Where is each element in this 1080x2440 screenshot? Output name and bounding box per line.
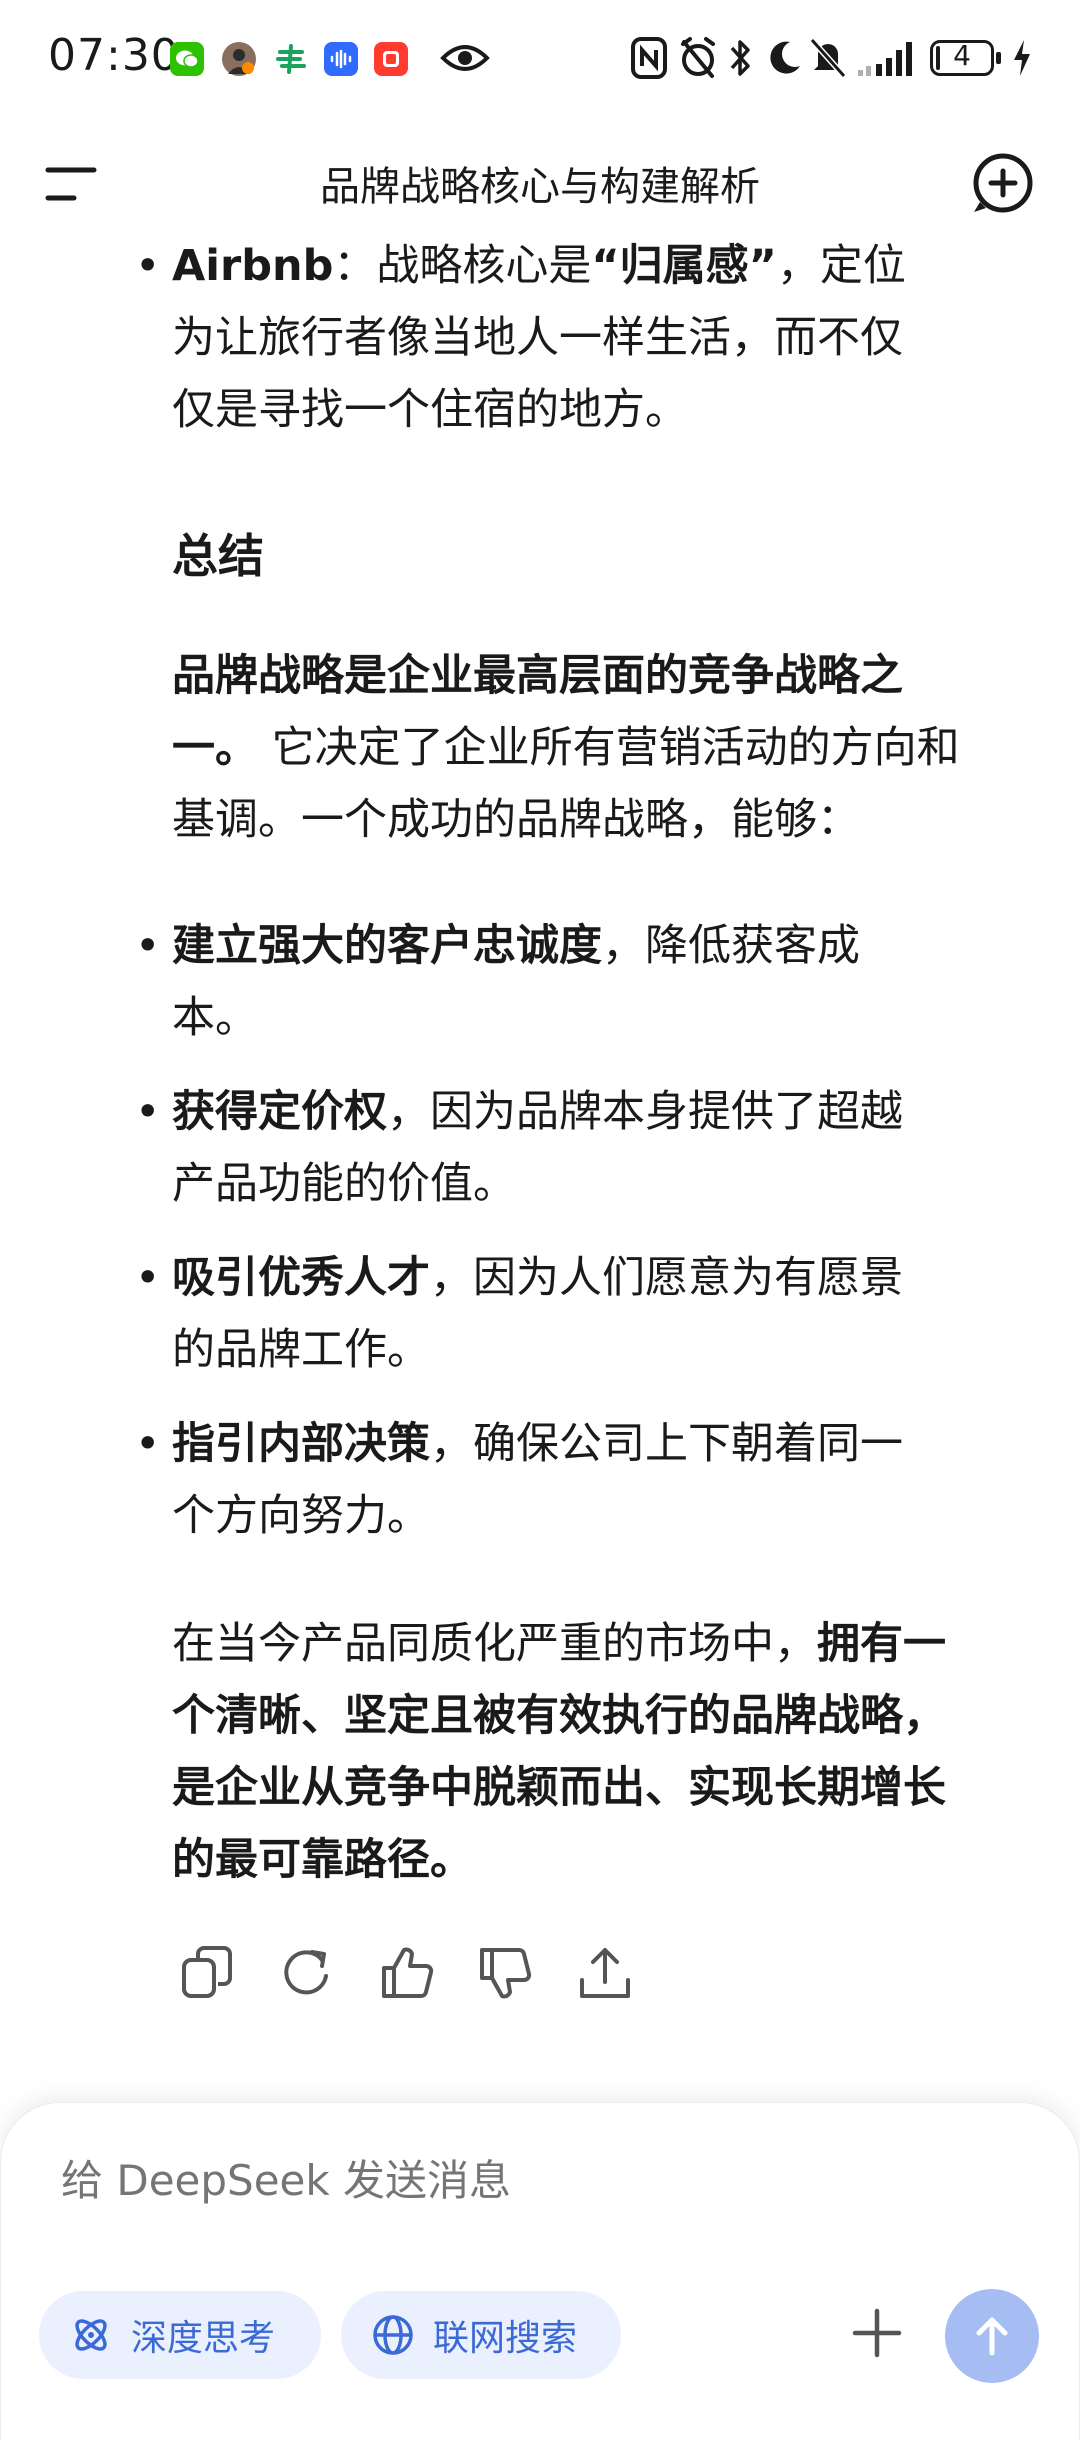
paragraph: 品牌战略是企业最高层面的竞争战略之 一。 它决定了企业所有营销活动的方向和 基调… bbox=[172, 640, 1038, 856]
list-text: ，因为人们愿意为有愿景 bbox=[430, 1253, 903, 1303]
alarm-off-icon bbox=[678, 36, 718, 86]
eye-icon bbox=[440, 40, 490, 80]
web-search-label: 联网搜索 bbox=[433, 2318, 578, 2359]
list-item: • Airbnb：战略核心是“归属感”，定位 为让旅行者像当地人一样生活，而不仅… bbox=[135, 230, 1036, 446]
bold-text: 个清晰、坚定且被有效执行的品牌战略， bbox=[172, 1691, 946, 1741]
arrow-up-icon bbox=[976, 2317, 1008, 2356]
thumbs-up-icon[interactable] bbox=[376, 1942, 438, 2004]
web-search-button[interactable]: 联网搜索 bbox=[341, 2291, 621, 2379]
section-heading: 总结 bbox=[172, 529, 264, 583]
deep-think-label: 深度思考 bbox=[131, 2318, 276, 2359]
quote-text: “归属感” bbox=[591, 241, 777, 291]
bluetooth-icon bbox=[728, 36, 752, 86]
paragraph-text: 基调。一个成功的品牌战略，能够： bbox=[172, 795, 860, 845]
wechat-icon bbox=[170, 42, 204, 76]
list-text: ：战略核心是 bbox=[333, 241, 592, 291]
bold-text: 品牌战略是企业最高层面的竞争战略之 bbox=[172, 651, 903, 701]
bold-text: 一。 bbox=[172, 723, 258, 773]
thumbs-down-icon[interactable] bbox=[474, 1942, 536, 2004]
header: 品牌战略核心与构建解析 bbox=[0, 130, 1080, 240]
paragraph: 在当今产品同质化严重的市场中，拥有一 个清晰、坚定且被有效执行的品牌战略， 是企… bbox=[172, 1608, 1038, 1896]
bold-text: 的最可靠路径。 bbox=[172, 1835, 473, 1885]
bold-text: 吸引优秀人才 bbox=[172, 1253, 430, 1303]
bullet-dot: • bbox=[135, 921, 161, 971]
red-app-icon bbox=[374, 42, 408, 76]
copy-icon[interactable] bbox=[178, 1942, 240, 2004]
bold-text: 建立强大的客户忠诚度 bbox=[172, 921, 602, 971]
avatar-icon bbox=[222, 42, 256, 76]
voice-app-icon bbox=[324, 42, 358, 76]
attach-plus-icon[interactable] bbox=[847, 2303, 907, 2363]
bullet-dot: • bbox=[135, 241, 161, 291]
nfc-icon bbox=[630, 36, 668, 86]
page-title: 品牌战略核心与构建解析 bbox=[320, 164, 760, 210]
deep-think-button[interactable]: 深度思考 bbox=[39, 2291, 321, 2379]
send-button[interactable] bbox=[945, 2289, 1039, 2383]
share-icon[interactable] bbox=[574, 1942, 636, 2004]
list-text: 本。 bbox=[172, 993, 258, 1043]
list-text: ，确保公司上下朝着同一 bbox=[430, 1419, 903, 1469]
wallet-icon bbox=[274, 42, 308, 76]
bullet-dot: • bbox=[135, 1419, 161, 1469]
page: 07:30 4 品牌战略核心与构建解析 • Airbnb：战略核心是“归属感”，… bbox=[0, 0, 1080, 2440]
brand-name: Airbnb bbox=[172, 241, 334, 291]
status-time: 07:30 bbox=[48, 30, 180, 81]
mute-icon bbox=[808, 36, 848, 86]
list-text: 仅是寻找一个住宿的地方。 bbox=[172, 385, 688, 435]
paragraph-text: 在当今产品同质化严重的市场中， bbox=[172, 1619, 817, 1669]
charging-icon bbox=[1010, 36, 1034, 86]
list-item: • 获得定价权，因为品牌本身提供了超越 产品功能的价值。 bbox=[135, 1076, 1036, 1220]
list-text: ，降低获客成 bbox=[602, 921, 860, 971]
list-text: ，因为品牌本身提供了超越 bbox=[387, 1087, 903, 1137]
battery-icon: 4 bbox=[930, 36, 1001, 86]
regenerate-icon[interactable] bbox=[276, 1942, 338, 2004]
list-text: 的品牌工作。 bbox=[172, 1325, 430, 1375]
list-item: • 指引内部决策，确保公司上下朝着同一 个方向努力。 bbox=[135, 1408, 1036, 1552]
moon-icon bbox=[764, 36, 804, 86]
battery-level: 4 bbox=[953, 39, 971, 72]
list-item: • 建立强大的客户忠诚度，降低获客成 本。 bbox=[135, 910, 1036, 1054]
bold-text: 获得定价权 bbox=[172, 1087, 387, 1137]
globe-icon bbox=[373, 2315, 413, 2355]
bold-text: 拥有一 bbox=[817, 1619, 946, 1669]
bullet-dot: • bbox=[135, 1087, 161, 1137]
list-text: 为让旅行者像当地人一样生活，而不仅 bbox=[172, 313, 903, 363]
list-text: 个方向努力。 bbox=[172, 1491, 430, 1541]
list-text: 产品功能的价值。 bbox=[172, 1159, 516, 1209]
bold-text: 是企业从竞争中脱颖而出、实现长期增长 bbox=[172, 1763, 946, 1813]
new-chat-icon[interactable] bbox=[970, 150, 1036, 216]
composer: 深度思考 联网搜索 bbox=[0, 2102, 1080, 2440]
paragraph-text: 它决定了企业所有营销活动的方向和 bbox=[258, 723, 960, 773]
list-text: ，定位 bbox=[776, 241, 906, 291]
message-input[interactable] bbox=[59, 2155, 963, 2206]
status-bar: 07:30 4 bbox=[0, 0, 1080, 120]
bold-text: 指引内部决策 bbox=[172, 1419, 430, 1469]
list-item: • 吸引优秀人才，因为人们愿意为有愿景 的品牌工作。 bbox=[135, 1242, 1036, 1386]
signal-icon bbox=[856, 36, 916, 86]
atom-icon bbox=[75, 2319, 107, 2351]
bullet-dot: • bbox=[135, 1253, 161, 1303]
